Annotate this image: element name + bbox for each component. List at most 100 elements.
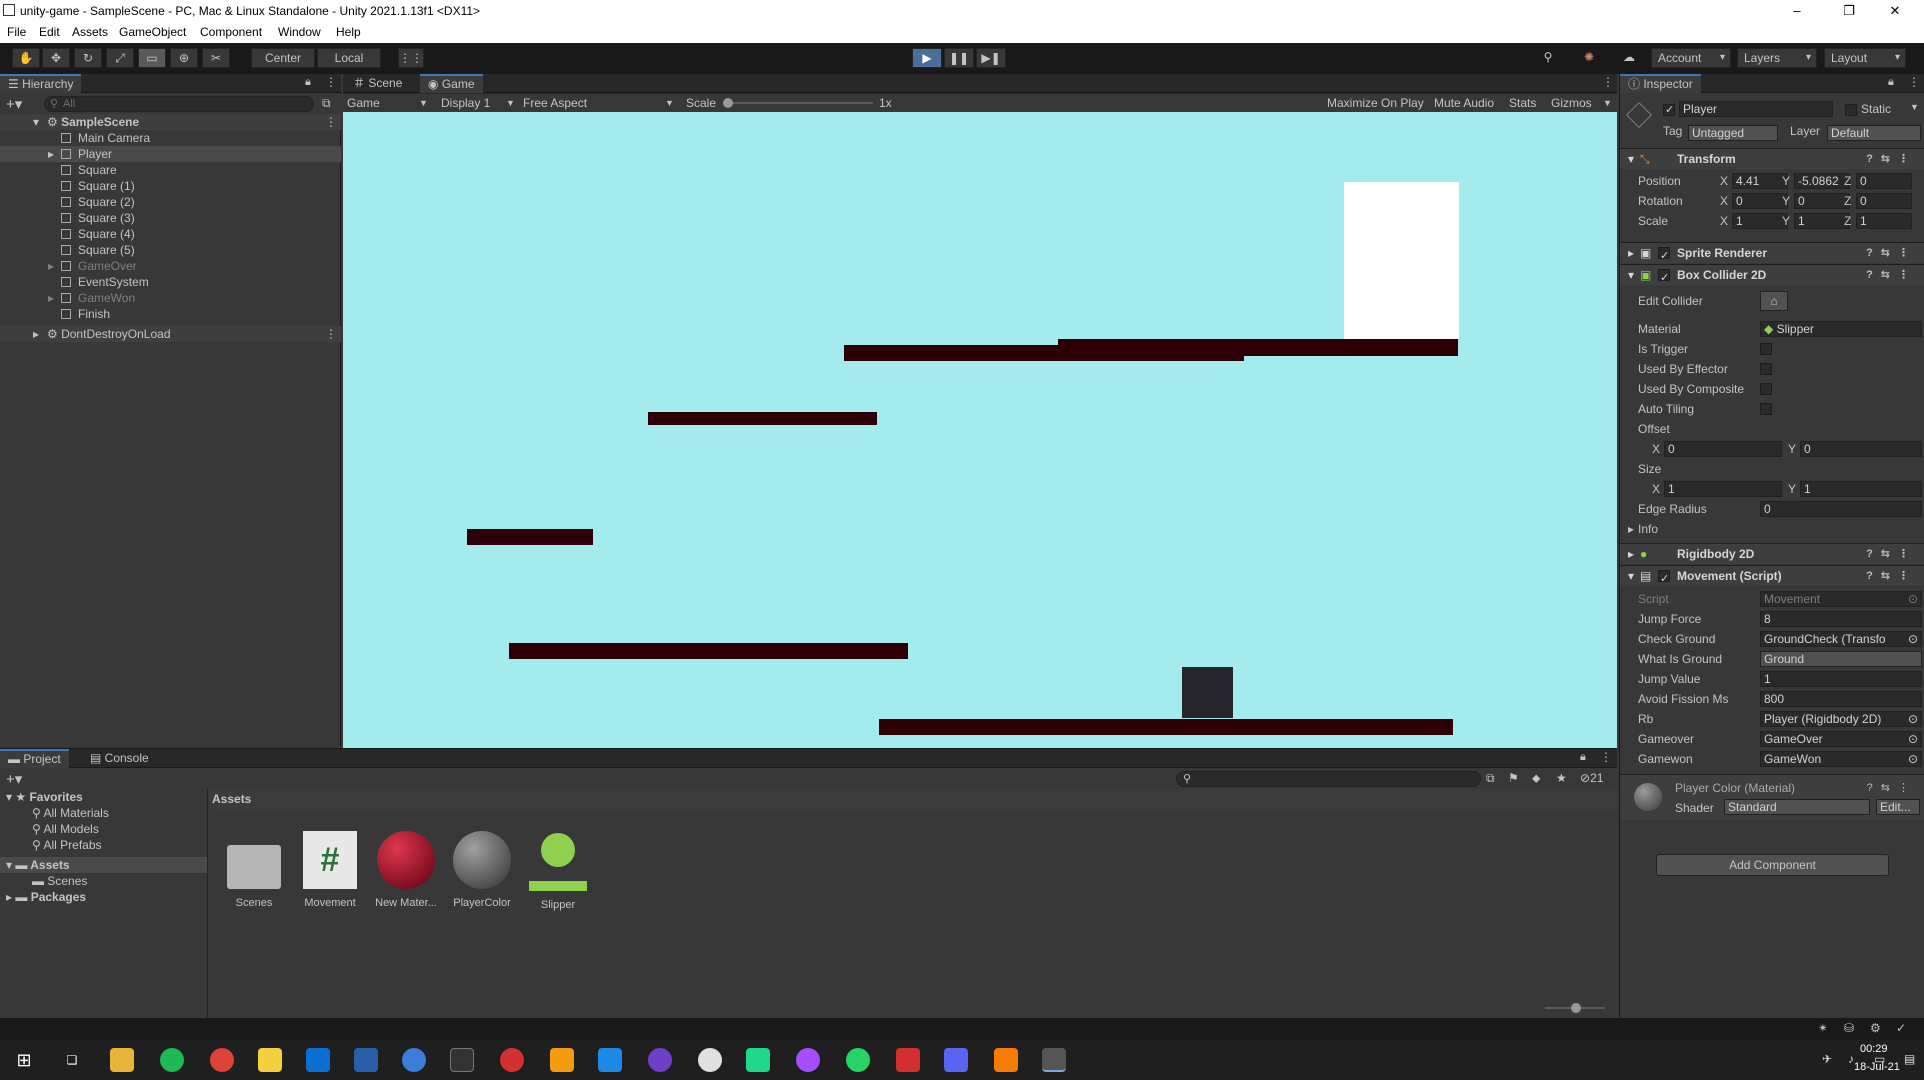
- scene-row[interactable]: ▾ ⚙︎ SampleScene ⋮: [0, 114, 341, 130]
- layers-dropdown[interactable]: Layers: [1737, 48, 1817, 68]
- expand-arrow-icon[interactable]: ▾: [33, 114, 39, 130]
- add-component-button[interactable]: Add Component: [1656, 854, 1889, 876]
- icon-size-slider-handle[interactable]: [1571, 1003, 1581, 1013]
- hierarchy-item[interactable]: Square (5): [0, 242, 341, 258]
- scale-y-field[interactable]: 1: [1794, 213, 1850, 229]
- scene-menu-icon[interactable]: ⋮: [325, 114, 337, 130]
- component-header-icons[interactable]: ?⇆⋮: [1867, 781, 1917, 794]
- movement-field-value[interactable]: GroundCheck (Transfo ⊙: [1760, 631, 1922, 647]
- menu-edit[interactable]: Edit: [39, 25, 60, 39]
- component-header-icons[interactable]: ?⇆⋮: [1866, 544, 1917, 565]
- project-search-input[interactable]: ⚲: [1176, 771, 1481, 787]
- app-circle-icon[interactable]: [698, 1048, 722, 1072]
- create-icon[interactable]: +▾: [6, 770, 22, 788]
- whatsapp-icon[interactable]: [846, 1048, 870, 1072]
- sublime-text-icon[interactable]: [550, 1048, 574, 1072]
- movement-field-value[interactable]: Ground: [1760, 651, 1922, 667]
- chevron-down-icon[interactable]: ▼: [1910, 102, 1919, 112]
- menu-window[interactable]: Window: [278, 25, 321, 39]
- lock-icon[interactable]: 🔒︎: [1580, 751, 1586, 764]
- file-explorer-icon[interactable]: [110, 1048, 134, 1072]
- pycharm-icon[interactable]: [746, 1048, 770, 1072]
- windows-start-icon[interactable]: ⊞: [12, 1048, 36, 1072]
- expand-arrow-icon[interactable]: ▸: [33, 326, 39, 342]
- hierarchy-item[interactable]: Square (2): [0, 194, 341, 210]
- search-by-type-icon[interactable]: ⧉: [1486, 771, 1495, 786]
- menu-help[interactable]: Help: [336, 25, 361, 39]
- expand-arrow-icon[interactable]: ▸: [1628, 544, 1634, 565]
- expand-arrow-icon[interactable]: ▾: [1628, 265, 1634, 286]
- component-header-icons[interactable]: ?⇆⋮: [1866, 243, 1917, 264]
- hierarchy-item[interactable]: ▸ GameWon: [0, 290, 341, 306]
- movement-field-value[interactable]: 800: [1760, 691, 1922, 707]
- custom-tool-icon[interactable]: ✂: [202, 48, 230, 68]
- size-x-field[interactable]: 1: [1664, 481, 1782, 497]
- rotation-x-field[interactable]: 0: [1732, 193, 1788, 209]
- app-red-icon[interactable]: [500, 1048, 524, 1072]
- box-collider-enabled[interactable]: [1658, 268, 1670, 289]
- assets-root-row[interactable]: ▾ ▬ Assets: [0, 857, 207, 873]
- scale-x-field[interactable]: 1: [1732, 213, 1788, 229]
- hierarchy-item[interactable]: Square (3): [0, 210, 341, 226]
- hand-tool-icon[interactable]: ✋: [12, 48, 40, 68]
- tag-icon[interactable]: ⬥: [1532, 771, 1540, 786]
- expand-arrow-icon[interactable]: ▾: [1628, 566, 1634, 587]
- scale-slider-handle[interactable]: [723, 98, 733, 108]
- panel-menu-icon[interactable]: ⋮: [1602, 75, 1614, 89]
- component-header-icons[interactable]: ?⇆⋮: [1866, 566, 1917, 587]
- tab-project[interactable]: ▬ Project: [0, 749, 69, 768]
- tab-console[interactable]: ▤ Console: [82, 749, 157, 768]
- github-desktop-icon[interactable]: [648, 1048, 672, 1072]
- object-picker-icon[interactable]: ⊙: [1908, 732, 1918, 746]
- dontdestroy-menu-icon[interactable]: ⋮: [325, 326, 337, 342]
- hidden-packages-icon[interactable]: ⊘21: [1580, 771, 1603, 785]
- favorites-row[interactable]: ▾ ★ Favorites: [6, 789, 83, 805]
- expand-arrow-icon[interactable]: ▸: [48, 258, 54, 274]
- mute-audio-toggle[interactable]: Mute Audio: [1434, 94, 1494, 112]
- expand-arrow-icon[interactable]: ▸: [48, 146, 54, 162]
- scale-slider-track[interactable]: [723, 102, 873, 104]
- tab-inspector[interactable]: ⓘ Inspector: [1620, 74, 1701, 93]
- aspect-dropdown[interactable]: Free Aspect: [523, 94, 587, 112]
- tab-game[interactable]: ◉ Game: [420, 74, 483, 93]
- spotify-icon[interactable]: [160, 1048, 184, 1072]
- rotate-tool-icon[interactable]: ↻: [74, 48, 102, 68]
- grid-snap-icon[interactable]: ⋮⋮: [398, 48, 424, 68]
- tab-scene[interactable]: ＃ Scene: [345, 74, 410, 93]
- is-trigger-checkbox[interactable]: [1760, 343, 1772, 355]
- pivot-center-toggle[interactable]: Center: [251, 48, 315, 68]
- pivot-space-toggle[interactable]: Local: [317, 48, 381, 68]
- favorite-item[interactable]: ⚲ All Models: [32, 821, 99, 837]
- active-checkbox[interactable]: [1663, 103, 1675, 116]
- menu-assets[interactable]: Assets: [72, 25, 108, 39]
- edge-radius-field[interactable]: 0: [1760, 501, 1922, 517]
- used-by-effector-checkbox[interactable]: [1760, 363, 1772, 375]
- hierarchy-item[interactable]: Main Camera: [0, 130, 341, 146]
- position-y-field[interactable]: -5.0862: [1794, 173, 1850, 189]
- menu-file[interactable]: File: [7, 25, 26, 39]
- transform-tool-icon[interactable]: ⊕: [170, 48, 198, 68]
- asset-item[interactable]: # Movement: [295, 831, 365, 909]
- panel-menu-icon[interactable]: ⋮: [325, 75, 337, 89]
- search-icon[interactable]: ⚲: [1536, 48, 1560, 68]
- edit-collider-button[interactable]: ⌂: [1760, 291, 1788, 311]
- movement-field-value[interactable]: GameOver ⊙: [1760, 731, 1922, 747]
- cache-server-icon[interactable]: ⛁: [1844, 1021, 1854, 1035]
- material-field[interactable]: ◆ Slipper: [1760, 321, 1922, 337]
- size-y-field[interactable]: 1: [1800, 481, 1922, 497]
- pause-button[interactable]: ❚❚: [944, 48, 974, 68]
- edge-icon[interactable]: [402, 1048, 426, 1072]
- box-collider-header[interactable]: ▾ ▣ Box Collider 2D ?⇆⋮: [1620, 264, 1924, 289]
- movement-field-value[interactable]: Player (Rigidbody 2D) ⊙: [1760, 711, 1922, 727]
- static-checkbox[interactable]: [1845, 104, 1857, 116]
- search-by-label-icon[interactable]: ⚑: [1508, 771, 1519, 785]
- menu-component[interactable]: Component: [200, 25, 262, 39]
- menu-gameobject[interactable]: GameObject: [119, 25, 186, 39]
- acrobat-icon[interactable]: [896, 1048, 920, 1072]
- rotation-y-field[interactable]: 0: [1794, 193, 1850, 209]
- hierarchy-search-input[interactable]: ⚲ All: [44, 96, 314, 112]
- collab-icon[interactable]: ✺: [1576, 48, 1602, 68]
- hierarchy-item[interactable]: Square: [0, 162, 341, 178]
- tree-scenes-row[interactable]: ▬ Scenes: [32, 873, 87, 889]
- lock-icon[interactable]: 🔒︎: [305, 76, 311, 89]
